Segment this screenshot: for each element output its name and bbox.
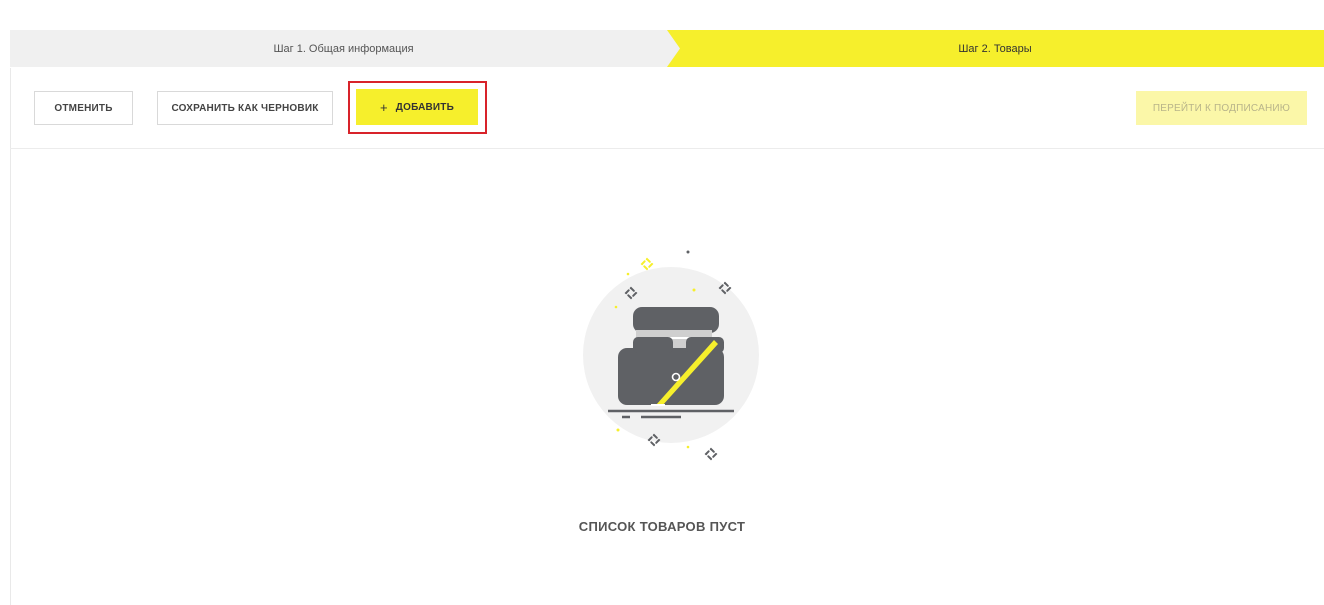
plus-icon: +	[379, 99, 388, 115]
step-2[interactable]: Шаг 2. Товары	[666, 30, 1324, 67]
add-button-label: ДОБАВИТЬ	[395, 101, 455, 113]
add-button[interactable]: + ДОБАВИТЬ	[356, 89, 478, 125]
save-draft-button[interactable]: СОХРАНИТЬ КАК ЧЕРНОВИК	[157, 91, 333, 125]
cancel-button[interactable]: ОТМЕНИТЬ	[34, 91, 133, 125]
cancel-button-label: ОТМЕНИТЬ	[54, 102, 113, 114]
empty-box-icon	[583, 250, 759, 461]
toolbar-divider	[10, 148, 1324, 149]
step-2-label: Шаг 2. Товары	[958, 42, 1032, 55]
go-to-signing-button[interactable]: ПЕРЕЙТИ К ПОДПИСАНИЮ	[1136, 91, 1307, 125]
go-to-signing-button-label: ПЕРЕЙТИ К ПОДПИСАНИЮ	[1152, 102, 1291, 114]
save-draft-button-label: СОХРАНИТЬ КАК ЧЕРНОВИК	[171, 102, 319, 114]
empty-state-message: СПИСОК ТОВАРОВ ПУСТ	[578, 519, 746, 534]
step-1-label: Шаг 1. Общая информация	[273, 42, 414, 55]
step-arrow-icon	[666, 30, 680, 67]
step-1[interactable]: Шаг 1. Общая информация	[10, 30, 677, 67]
stepper: Шаг 1. Общая информация Шаг 2. Товары	[10, 30, 1324, 67]
